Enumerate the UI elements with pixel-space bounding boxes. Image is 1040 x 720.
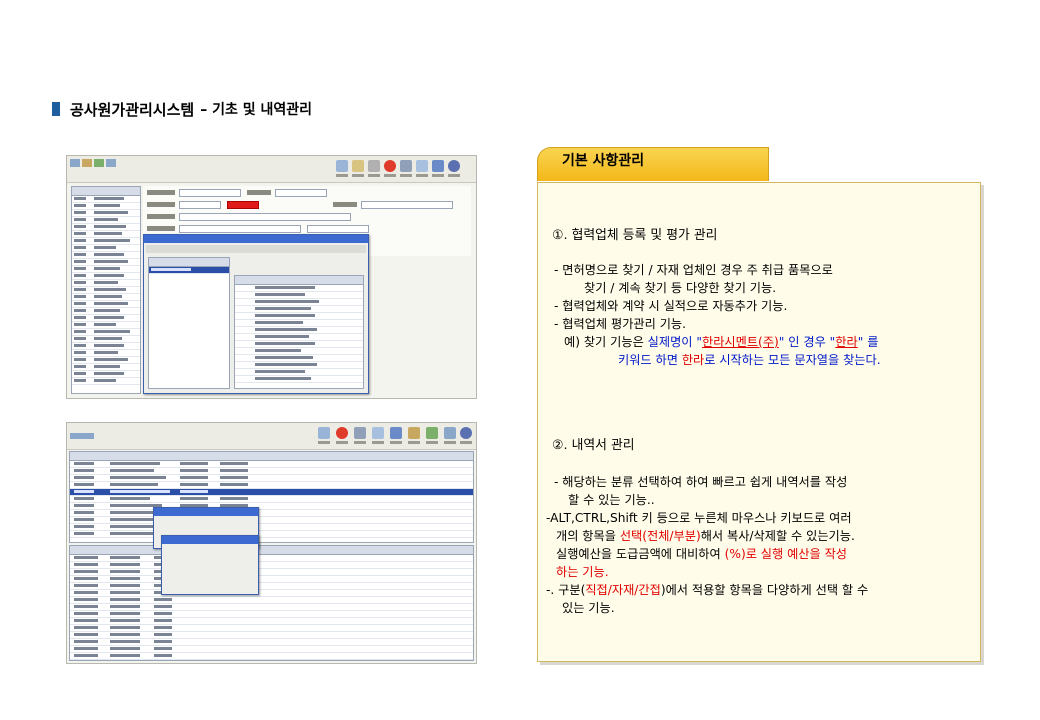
text: )에서 적용할 항목을 다양하게 선택 할 수 [660, 583, 869, 597]
save-icon[interactable] [431, 160, 445, 178]
delete-icon-2[interactable] [335, 427, 349, 445]
toolbar-2 [67, 423, 476, 450]
text: " 를 [857, 335, 879, 349]
section-tab: 기본 사항관리 [537, 147, 769, 181]
note-line-example: 예) 찾기 기능은 실제명이 "한라시멘트(주)" 인 경우 "한라" 를 [564, 334, 878, 350]
highlight: 직접/자재/간접 [585, 583, 661, 597]
view-icon-2[interactable] [425, 427, 439, 445]
section-2-heading: ②. 내역서 관리 [552, 438, 635, 453]
title-sub: – 기초 및 내역관리 [200, 102, 312, 118]
note-line: -. 구분(직접/자재/간접)에서 적용할 항목을 다양하게 선택 할 수 [546, 582, 868, 598]
highlight: 한라시멘트(주) [702, 335, 779, 349]
boq-detail-grid[interactable] [69, 545, 474, 661]
cut-icon[interactable] [335, 160, 349, 178]
highlight: 선택(전체/부분) [619, 529, 701, 543]
delete-icon[interactable] [383, 160, 397, 178]
notes-panel: ①. 협력업체 등록 및 평가 관리 - 면허명으로 찾기 / 자재 업체인 경… [537, 182, 981, 662]
note-line: - 협력업체와 계약 시 실적으로 자동추가 기능. [554, 299, 788, 313]
amount-dialog[interactable] [161, 535, 259, 595]
dialog-left-grid[interactable] [148, 257, 230, 389]
text: 예) 찾기 기능은 [564, 335, 648, 349]
print-icon[interactable] [399, 160, 413, 178]
text: 로 시작하는 모든 문자열을 찾는다. [704, 353, 881, 367]
save-icon-2[interactable] [389, 427, 403, 445]
title-bullet-icon [52, 102, 60, 116]
boq-items-grid[interactable] [69, 451, 474, 543]
page-title: 공사원가관리시스템 – 기초 및 내역관리 [52, 98, 312, 120]
text: 개의 항목을 [556, 529, 620, 543]
note-line: - 해당하는 분류 선택하여 하여 빠르고 쉽게 내역서를 작성 [554, 475, 848, 489]
note-line: 찾기 / 계속 찾기 등 다양한 찾기 기능. [584, 281, 777, 295]
note-line: - 협력업체 평가관리 기능. [554, 317, 687, 331]
search-icon[interactable] [415, 160, 429, 178]
text: " 인 경우 " [778, 335, 836, 349]
text: 실제명이 " [647, 335, 702, 349]
text: -. 구분( [546, 583, 586, 597]
note-line: 실행예산을 도급금액에 대비하여 (%)로 실행 예산을 작성 [556, 546, 847, 562]
text: 키워드 하면 [618, 353, 682, 367]
section-1-heading: ①. 협력업체 등록 및 평가 관리 [552, 228, 718, 243]
highlight: (%)로 실행 예산을 작성 [724, 547, 848, 561]
info-icon-2[interactable] [443, 427, 457, 445]
search-icon-2[interactable] [371, 427, 385, 445]
print-icon-2[interactable] [353, 427, 367, 445]
note-line: 개의 항목을 선택(전체/부분)해서 복사/삭제할 수 있는기능. [556, 528, 855, 544]
text: 해서 복사/삭제할 수 있는기능. [700, 529, 855, 543]
partner-management-screenshot [66, 155, 477, 399]
text: 실행예산을 도급금액에 대비하여 [556, 547, 725, 561]
exit-icon[interactable] [447, 160, 461, 178]
note-line: 하는 기능. [556, 565, 609, 579]
bill-of-quantities-screenshot [66, 422, 477, 664]
highlight: 한라 [681, 353, 705, 367]
partner-search-dialog[interactable] [143, 234, 369, 394]
note-line: - 면허명으로 찾기 / 자재 업체인 경우 주 취급 품목으로 [554, 263, 833, 277]
exit-icon-2[interactable] [459, 427, 473, 445]
partner-list-grid[interactable] [71, 186, 141, 394]
cut-icon-2[interactable] [317, 427, 331, 445]
paste-icon[interactable] [367, 160, 381, 178]
title-main: 공사원가관리시스템 [70, 100, 195, 119]
evaluation-grid[interactable] [234, 275, 364, 389]
note-line: -ALT,CTRL,Shift 키 등으로 누른체 마우스나 키보드로 여러 [546, 511, 852, 525]
note-line: 할 수 있는 기능.. [568, 493, 655, 507]
tool-icon-2[interactable] [407, 427, 421, 445]
note-line: 있는 기능. [562, 601, 615, 615]
note-line-example-2: 키워드 하면 한라로 시작하는 모든 문자열을 찾는다. [618, 352, 881, 368]
section-tab-label: 기본 사항관리 [562, 153, 645, 169]
highlight: 한라 [835, 335, 858, 349]
toolbar [67, 156, 476, 183]
copy-icon[interactable] [351, 160, 365, 178]
